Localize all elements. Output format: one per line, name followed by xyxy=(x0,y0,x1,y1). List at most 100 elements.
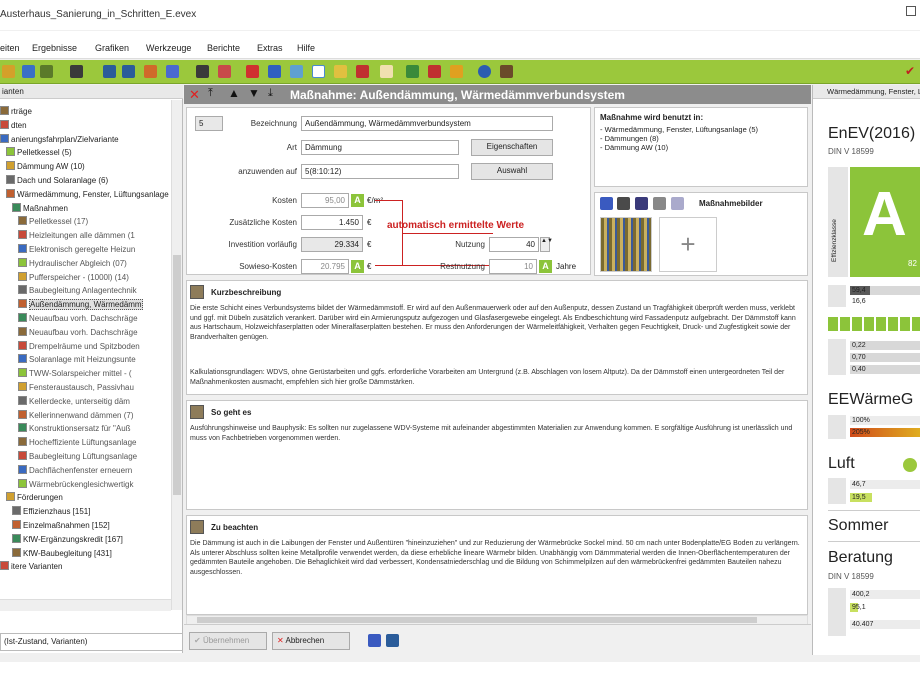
house-icon[interactable] xyxy=(380,65,393,78)
tree-item[interactable]: Hydraulischer Abgleich (07) xyxy=(18,257,170,270)
tree-item[interactable]: Dämmung AW (10) xyxy=(6,160,170,173)
tree-item[interactable]: Baubegleitung Lüftungsanlage xyxy=(18,450,170,463)
tree-item[interactable]: Förderungen xyxy=(6,491,170,504)
tree-item[interactable]: Solaranlage mit Heizungsunte xyxy=(18,353,170,366)
anzuwenden-field[interactable]: 5(8:10:12) xyxy=(301,164,459,179)
redo-icon[interactable] xyxy=(22,65,35,78)
tree-item[interactable]: Drempelräume und Spitzboden xyxy=(18,340,170,353)
fire-icon[interactable] xyxy=(356,65,369,78)
used-in-item[interactable]: - Wärmedämmung, Fenster, Lüftungsanlage … xyxy=(600,125,802,134)
tree-item[interactable]: KfW-Baubegleitung [431] xyxy=(12,547,170,560)
refresh-icon[interactable] xyxy=(450,65,463,78)
menu-bearbeiten[interactable]: eiten xyxy=(0,43,20,53)
tools-icon[interactable] xyxy=(290,65,303,78)
move-top-icon[interactable]: ⤒ xyxy=(208,87,213,100)
checkmark-icon[interactable]: ✔ xyxy=(905,65,918,78)
flag-icon[interactable] xyxy=(196,65,209,78)
auswahl-button[interactable]: Auswahl xyxy=(471,163,553,180)
menu-hilfe[interactable]: Hilfe xyxy=(297,43,315,53)
tree-item[interactable]: Heizleitungen alle dämmen (1 xyxy=(18,229,170,242)
export-icon[interactable] xyxy=(386,634,399,647)
kosten-field[interactable]: 95,00 xyxy=(301,193,349,208)
image-tool-icon[interactable] xyxy=(600,197,613,210)
tree-item[interactable]: Einzelmaßnahmen [152] xyxy=(12,519,170,532)
tree-hscrollbar[interactable] xyxy=(0,599,171,611)
tree-item[interactable]: Konstruktionsersatz für "Auß xyxy=(18,422,170,435)
image-dropdown-icon[interactable] xyxy=(653,197,666,210)
tree-item[interactable]: Maßnahmen xyxy=(12,202,170,215)
zoom-icon[interactable] xyxy=(166,65,179,78)
print-icon[interactable] xyxy=(368,634,381,647)
close-window-icon[interactable] xyxy=(906,6,916,16)
menu-werkzeuge[interactable]: Werkzeuge xyxy=(146,43,191,53)
image-move-icon[interactable] xyxy=(635,197,648,210)
menu-berichte[interactable]: Berichte xyxy=(207,43,240,53)
document-icon[interactable] xyxy=(428,65,441,78)
sun-icon[interactable] xyxy=(334,65,347,78)
menu-ergebnisse[interactable]: Ergebnisse xyxy=(32,43,77,53)
help-icon[interactable] xyxy=(478,65,491,78)
tree-item[interactable]: Hocheffiziente Lüftungsanlage xyxy=(18,436,170,449)
menu-extras[interactable]: Extras xyxy=(257,43,283,53)
bezeichnung-field[interactable]: Außendämmung, Wärmedämmverbundsystem xyxy=(301,116,553,131)
undo-icon[interactable] xyxy=(2,65,15,78)
tree-item[interactable]: Fensteraustausch, Passivhau xyxy=(18,381,170,394)
tree-item[interactable]: Pufferspeicher - (1000l) (14) xyxy=(18,271,170,284)
edit-icon[interactable] xyxy=(70,65,83,78)
tree-item[interactable]: Dachflächenfenster erneuern xyxy=(18,464,170,477)
abbrechen-button[interactable]: ✕ Abbrechen xyxy=(272,632,350,650)
tree-item[interactable]: Kellerdecke, unterseitig däm xyxy=(18,395,170,408)
eigenschaften-button[interactable]: Eigenschaften xyxy=(471,139,553,156)
arrow-icon[interactable] xyxy=(40,65,53,78)
move-bottom-icon[interactable]: ⤓ xyxy=(268,87,273,100)
tree-item[interactable]: Wärmebrückenglesichwertigk xyxy=(18,478,170,491)
image-copy-icon[interactable] xyxy=(617,197,630,210)
table-icon[interactable] xyxy=(268,65,281,78)
tree-item[interactable]: anierungsfahrplan/Zielvariante xyxy=(0,133,170,146)
hscroll-thumb[interactable] xyxy=(197,617,757,623)
nutzung-field[interactable]: 40 xyxy=(489,237,539,252)
tree-item[interactable]: Dach und Solaranlage (6) xyxy=(6,174,170,187)
tree-item[interactable]: Neuaufbau vorh. Dachschräge xyxy=(18,312,170,325)
tree-item[interactable]: Effizienzhaus [151] xyxy=(12,505,170,518)
tree-item[interactable]: TWW-Solarspeicher mittel - ( xyxy=(18,367,170,380)
report-icon[interactable] xyxy=(246,65,259,78)
art-field[interactable]: Dämmung xyxy=(301,140,459,155)
delete-icon[interactable]: ✕ xyxy=(189,87,200,103)
image-settings-icon[interactable] xyxy=(671,197,684,210)
nutzung-spinner[interactable]: ▲▼ xyxy=(540,237,553,252)
tree-scrollbar[interactable] xyxy=(171,100,182,610)
tree-item[interactable]: rträge xyxy=(0,105,170,118)
tree-item[interactable]: Wärmedämmung, Fenster, Lüftungsanlage xyxy=(6,188,170,201)
chart-icon[interactable] xyxy=(406,65,419,78)
scrollbar-thumb[interactable] xyxy=(173,255,181,495)
grid-icon[interactable] xyxy=(103,65,116,78)
measure-image-thumbnail[interactable] xyxy=(600,217,652,272)
tree-item[interactable]: Pelletkessel (5) xyxy=(6,146,170,159)
zusaetzliche-field[interactable]: 1.450 xyxy=(301,215,363,230)
tree-item[interactable]: dten xyxy=(0,119,170,132)
calc-icon[interactable] xyxy=(218,65,231,78)
snowflake-icon[interactable] xyxy=(312,65,325,78)
exit-icon[interactable] xyxy=(500,65,513,78)
tree-item[interactable]: Baubegleitung Anlagentechnik xyxy=(18,284,170,297)
add-image-button[interactable]: + xyxy=(659,217,717,272)
restnutzung-field[interactable]: 10 xyxy=(489,259,537,274)
tree-item[interactable]: itere Varianten xyxy=(0,560,170,573)
tree-item[interactable]: Außendämmung, Wärmedämm xyxy=(18,298,170,312)
tree-item-label: Hydraulischer Abgleich (07) xyxy=(29,258,127,268)
uebernehmen-button[interactable]: ✔ Übernehmen xyxy=(189,632,267,650)
move-up-icon[interactable]: ▲ xyxy=(228,86,240,100)
tree-item[interactable]: Elektronisch geregelte Heizun xyxy=(18,243,170,256)
expand-icon[interactable] xyxy=(122,65,135,78)
sowieso-field[interactable]: 20.795 xyxy=(301,259,349,274)
menu-grafiken[interactable]: Grafiken xyxy=(95,43,129,53)
used-in-item[interactable]: - Dämmungen (8) xyxy=(600,134,802,143)
tree-item[interactable]: Kellerinnenwand dämmen (7) xyxy=(18,409,170,422)
tree-item[interactable]: Pelletkessel (17) xyxy=(18,215,170,228)
tree-item[interactable]: Neuaufbau vorh. Dachschräge xyxy=(18,326,170,339)
move-down-icon[interactable]: ▼ xyxy=(248,86,260,100)
used-in-item[interactable]: - Dämmung AW (10) xyxy=(600,143,802,152)
tree-item[interactable]: KfW-Ergänzungskredit [167] xyxy=(12,533,170,546)
collapse-icon[interactable] xyxy=(144,65,157,78)
